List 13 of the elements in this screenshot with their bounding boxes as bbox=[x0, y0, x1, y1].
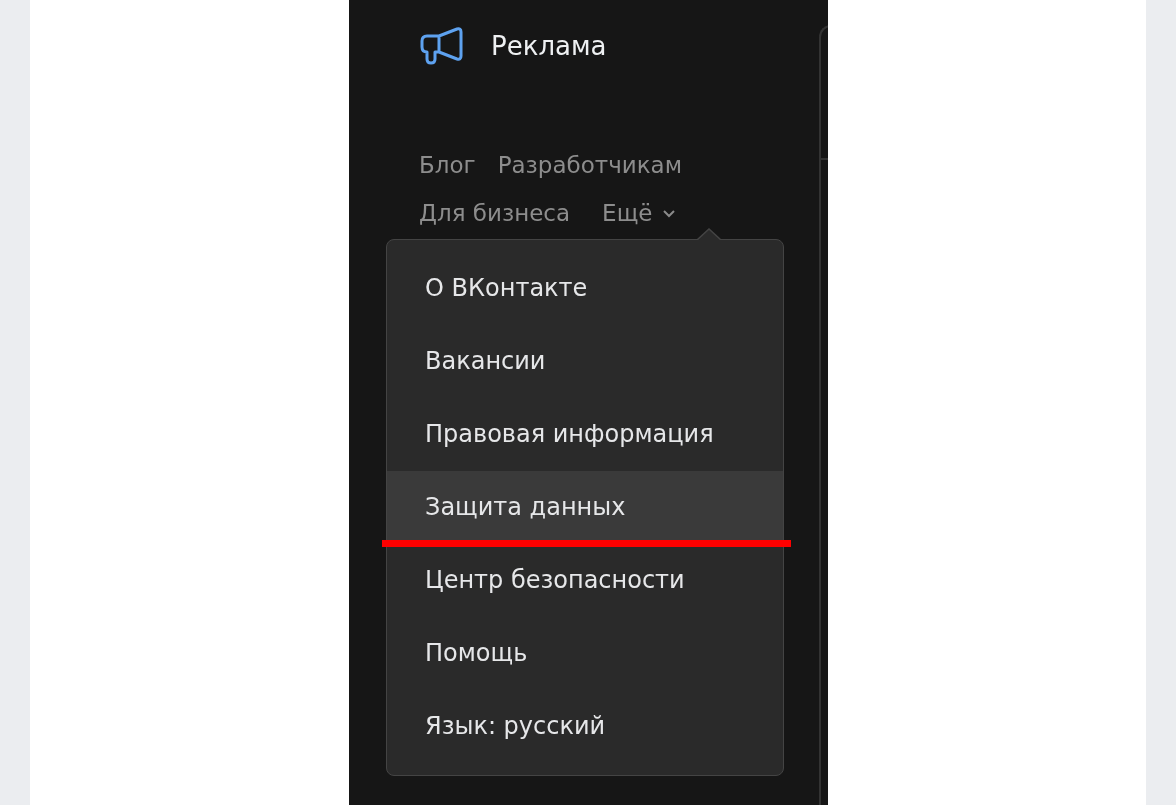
more-link[interactable]: Ещё bbox=[602, 195, 677, 231]
menu-item[interactable]: Вакансии bbox=[387, 325, 783, 398]
section-title: Реклама bbox=[491, 31, 607, 61]
nav-link[interactable]: Блог bbox=[419, 147, 476, 183]
menu-item[interactable]: Помощь bbox=[387, 617, 783, 690]
menu-item[interactable]: Центр безопасности bbox=[387, 544, 783, 617]
menu-item[interactable]: Правовая информация bbox=[387, 398, 783, 471]
nav-link[interactable]: Разработчикам bbox=[497, 147, 683, 183]
menu-item[interactable]: Язык: русский bbox=[387, 690, 783, 763]
chevron-icon bbox=[662, 208, 677, 218]
megaphone-icon bbox=[419, 27, 465, 65]
menu-item[interactable]: О ВКонтакте bbox=[387, 252, 783, 325]
nav-link[interactable]: Для бизнеса bbox=[419, 195, 571, 231]
